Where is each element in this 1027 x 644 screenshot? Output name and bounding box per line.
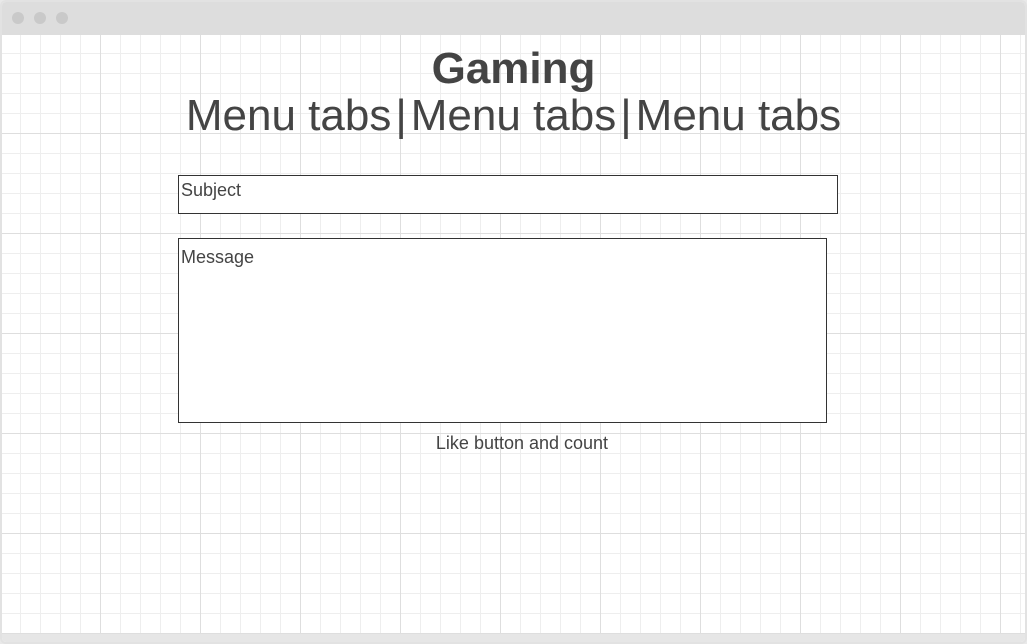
message-placeholder: Message [181,247,255,267]
minimize-window-icon[interactable] [34,12,46,24]
like-button[interactable]: Like button and count [2,433,1025,454]
menu-tab-1[interactable]: Menu tabs [186,91,391,140]
page-title: Gaming [431,44,596,93]
message-textarea[interactable]: Message [178,238,827,423]
wireframe-canvas: Gaming Menu tabs|Menu tabs|Menu tabs Sub… [2,35,1025,636]
maximize-window-icon[interactable] [56,12,68,24]
menu-tabs-bar: Menu tabs|Menu tabs|Menu tabs [2,92,1025,140]
menu-separator: | [395,91,407,140]
menu-tab-2[interactable]: Menu tabs [411,91,616,140]
window-titlebar [2,2,1025,35]
window-bottom-bar [2,634,1025,642]
browser-window: Gaming Menu tabs|Menu tabs|Menu tabs Sub… [0,0,1027,644]
menu-separator: | [620,91,632,140]
menu-tab-3[interactable]: Menu tabs [636,91,841,140]
subject-input[interactable]: Subject [178,175,838,214]
close-window-icon[interactable] [12,12,24,24]
subject-placeholder: Subject [181,180,242,200]
